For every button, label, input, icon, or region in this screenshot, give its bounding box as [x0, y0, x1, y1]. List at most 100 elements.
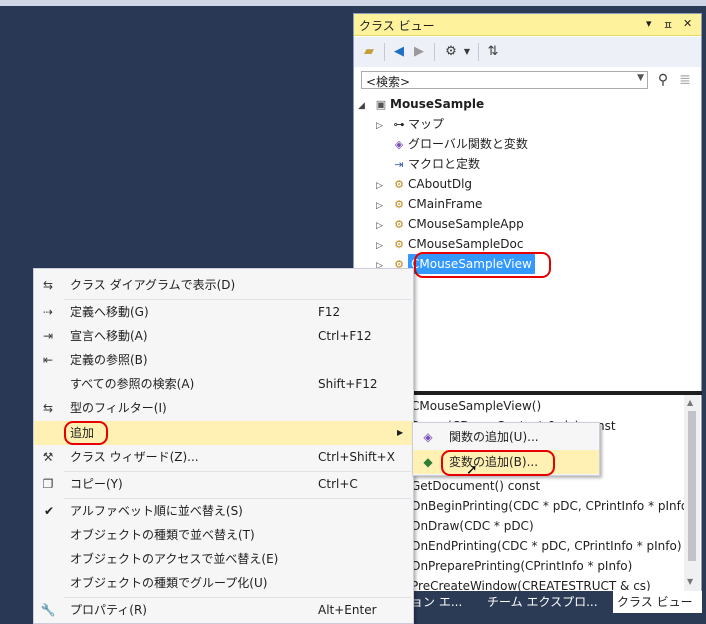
- menu-item-label: コピー(Y): [70, 477, 123, 491]
- tab-class-view[interactable]: クラス ビュー: [613, 591, 702, 613]
- menu-shortcut: Shift+F12: [318, 377, 378, 391]
- menu-shortcut: Alt+Enter: [318, 603, 377, 617]
- add-submenu: ◈ 関数の追加(U)... ◆ 変数の追加(B)...: [412, 422, 600, 476]
- tree-item-class[interactable]: ▷ ⚙ CMouseSampleDoc: [376, 234, 524, 254]
- new-folder-icon[interactable]: ▰: [360, 43, 378, 61]
- copy-icon: ❐: [42, 477, 54, 491]
- menu-item-label: 関数の追加(U)...: [449, 430, 539, 444]
- add-variable-icon: ◆: [423, 455, 433, 469]
- scroll-down-icon[interactable]: ▼: [687, 577, 693, 586]
- expand-icon[interactable]: ▷: [376, 176, 390, 196]
- tree-item-project[interactable]: ◢ ▣ MouseSample: [358, 94, 484, 114]
- tab-team-explorer[interactable]: チーム エクスプロ...: [487, 591, 609, 613]
- add-function-icon: ◈: [423, 430, 433, 444]
- menu-item-sort-alpha[interactable]: ✔ アルファベット順に並べ替え(S): [34, 499, 413, 523]
- member-item[interactable]: OnDraw(CDC * pDC): [411, 516, 534, 536]
- tree-item-label: CMouseSampleDoc: [408, 237, 524, 251]
- goto-definition-icon: ⇢: [42, 305, 54, 319]
- member-item[interactable]: OnPreparePrinting(CPrintInfo * pInfo): [411, 556, 632, 576]
- class-icon: ⚙: [394, 238, 404, 251]
- class-icon: ⚙: [394, 198, 404, 211]
- menu-item-label: すべての参照の検索(A): [70, 377, 195, 391]
- sync-icon[interactable]: ⇅: [484, 43, 502, 61]
- toolbar-separator: [478, 43, 479, 61]
- menu-item-label: オブジェクトの種類で並べ替え(T): [70, 528, 255, 542]
- tree-item-label: マップ: [408, 117, 445, 131]
- goto-declaration-icon: ⇥: [42, 329, 54, 343]
- member-item[interactable]: OnBeginPrinting(CDC * pDC, CPrintInfo * …: [411, 496, 684, 516]
- submenu-item-add-function[interactable]: ◈ 関数の追加(U)...: [413, 425, 599, 449]
- tree-item-class[interactable]: ▷ ⚙ CMouseSampleApp: [376, 214, 524, 234]
- menu-item-browse-definition[interactable]: ⇤ 定義の参照(B): [34, 348, 413, 372]
- scroll-up-icon[interactable]: ▲: [687, 398, 693, 407]
- menu-item-group-type[interactable]: オブジェクトの種類でグループ化(U): [34, 571, 413, 595]
- search-placeholder: <検索>: [366, 75, 411, 89]
- back-icon[interactable]: ◀: [390, 43, 408, 61]
- tree-item-label: グローバル関数と変数: [408, 137, 528, 151]
- menu-item-label: オブジェクトのアクセスで並べ替え(E): [70, 552, 279, 566]
- tree-item-globals[interactable]: ◈ グローバル関数と変数: [376, 134, 528, 154]
- menu-item-sort-type[interactable]: オブジェクトの種類で並べ替え(T): [34, 523, 413, 547]
- toolbar-separator: [434, 43, 435, 61]
- menu-shortcut: Ctrl+Shift+X: [318, 450, 395, 464]
- panel-toolbar: ▰ ◀ ▶ ⚙ ▼ ⇅: [354, 37, 701, 67]
- menu-item-label: クラス ウィザード(Z)...: [70, 450, 199, 464]
- member-item[interactable]: OnEndPrinting(CDC * pDC, CPrintInfo * pI…: [411, 536, 682, 556]
- menu-item-type-filter[interactable]: ⇆ 型のフィルター(I): [34, 396, 413, 420]
- menu-shortcut: Ctrl+F12: [318, 329, 372, 343]
- menu-item-sort-access[interactable]: オブジェクトのアクセスで並べ替え(E): [34, 547, 413, 571]
- menu-item-label: クラス ダイアグラムで表示(D): [70, 278, 236, 292]
- menu-item-class-diagram[interactable]: ⇆ クラス ダイアグラムで表示(D): [34, 273, 413, 297]
- annotation-circle: [64, 421, 108, 445]
- scrollbar-thumb[interactable]: [688, 411, 696, 561]
- key-icon: ⊶: [393, 118, 405, 131]
- search-input[interactable]: <検索> ▼: [361, 71, 648, 89]
- expand-icon[interactable]: ▷: [376, 216, 390, 236]
- menu-shortcut: Ctrl+C: [318, 477, 358, 491]
- window-position-dropdown-icon[interactable]: ▾: [646, 17, 652, 30]
- expand-icon[interactable]: ▷: [376, 236, 390, 256]
- menu-item-class-wizard[interactable]: ⚒ クラス ウィザード(Z)... Ctrl+Shift+X: [34, 445, 413, 469]
- mouse-cursor-icon: ➚: [466, 462, 478, 478]
- members-scrollbar[interactable]: ▲ ▼: [684, 395, 700, 591]
- diagram-icon: ⇆: [42, 278, 54, 292]
- clear-search-icon[interactable]: ≣: [676, 71, 694, 89]
- menu-item-find-all-references[interactable]: すべての参照の検索(A) Shift+F12: [34, 372, 413, 396]
- member-item[interactable]: CMouseSampleView(): [411, 396, 541, 416]
- menu-item-label: 定義の参照(B): [70, 353, 148, 367]
- tree-item-map[interactable]: ▷ ⊶ マップ: [376, 114, 444, 134]
- menu-item-label: 定義へ移動(G): [70, 305, 149, 319]
- tree-item-class[interactable]: ▷ ⚙ CAboutDlg: [376, 174, 472, 194]
- chevron-down-icon[interactable]: ▼: [458, 43, 476, 61]
- close-icon[interactable]: ✕: [683, 17, 692, 30]
- browse-definition-icon: ⇤: [42, 353, 54, 367]
- member-item[interactable]: GetDocument() const: [411, 476, 540, 496]
- context-menu: ⇆ クラス ダイアグラムで表示(D) ⇢ 定義へ移動(G) F12 ⇥ 宣言へ移動(A)…: [33, 268, 414, 624]
- menu-item-label: 宣言へ移動(A): [70, 329, 148, 343]
- menu-item-label: 型のフィルター(I): [70, 401, 167, 415]
- menu-item-copy[interactable]: ❐ コピー(Y) Ctrl+C: [34, 472, 413, 496]
- menu-item-properties[interactable]: 🔧 プロパティ(R) Alt+Enter: [34, 598, 413, 622]
- filter-icon: ⇆: [42, 401, 54, 415]
- expand-icon[interactable]: ▷: [376, 196, 390, 216]
- toolbar-separator: [384, 43, 385, 61]
- tree-item-class[interactable]: ▷ ⚙ CMainFrame: [376, 194, 482, 214]
- pin-icon[interactable]: ㅍ: [663, 17, 673, 33]
- panel-title: クラス ビュー: [359, 19, 435, 33]
- menu-item-goto-definition[interactable]: ⇢ 定義へ移動(G) F12: [34, 300, 413, 324]
- panel-title-bar[interactable]: クラス ビュー ▾ ㅍ ✕: [354, 14, 701, 36]
- tab-solution-explorer[interactable]: ョン エ...: [411, 591, 481, 613]
- checkmark-icon: ✔: [44, 504, 55, 518]
- tree-item-macros[interactable]: ⇥ マクロと定数: [376, 154, 480, 174]
- chevron-down-icon[interactable]: ▼: [637, 73, 644, 83]
- member-item[interactable]: PreCreateWindow(CREATESTRUCT & cs): [411, 576, 651, 591]
- collapse-icon[interactable]: ◢: [358, 96, 372, 116]
- wrench-icon: 🔧: [40, 603, 56, 617]
- expand-icon[interactable]: ▷: [376, 116, 390, 136]
- forward-icon[interactable]: ▶: [410, 43, 428, 61]
- search-icon[interactable]: ⚲: [654, 71, 672, 89]
- menu-item-label: アルファベット順に並べ替え(S): [70, 504, 243, 518]
- menu-shortcut: F12: [318, 305, 341, 319]
- menu-item-goto-declaration[interactable]: ⇥ 宣言へ移動(A) Ctrl+F12: [34, 324, 413, 348]
- macro-icon: ⇥: [394, 158, 404, 171]
